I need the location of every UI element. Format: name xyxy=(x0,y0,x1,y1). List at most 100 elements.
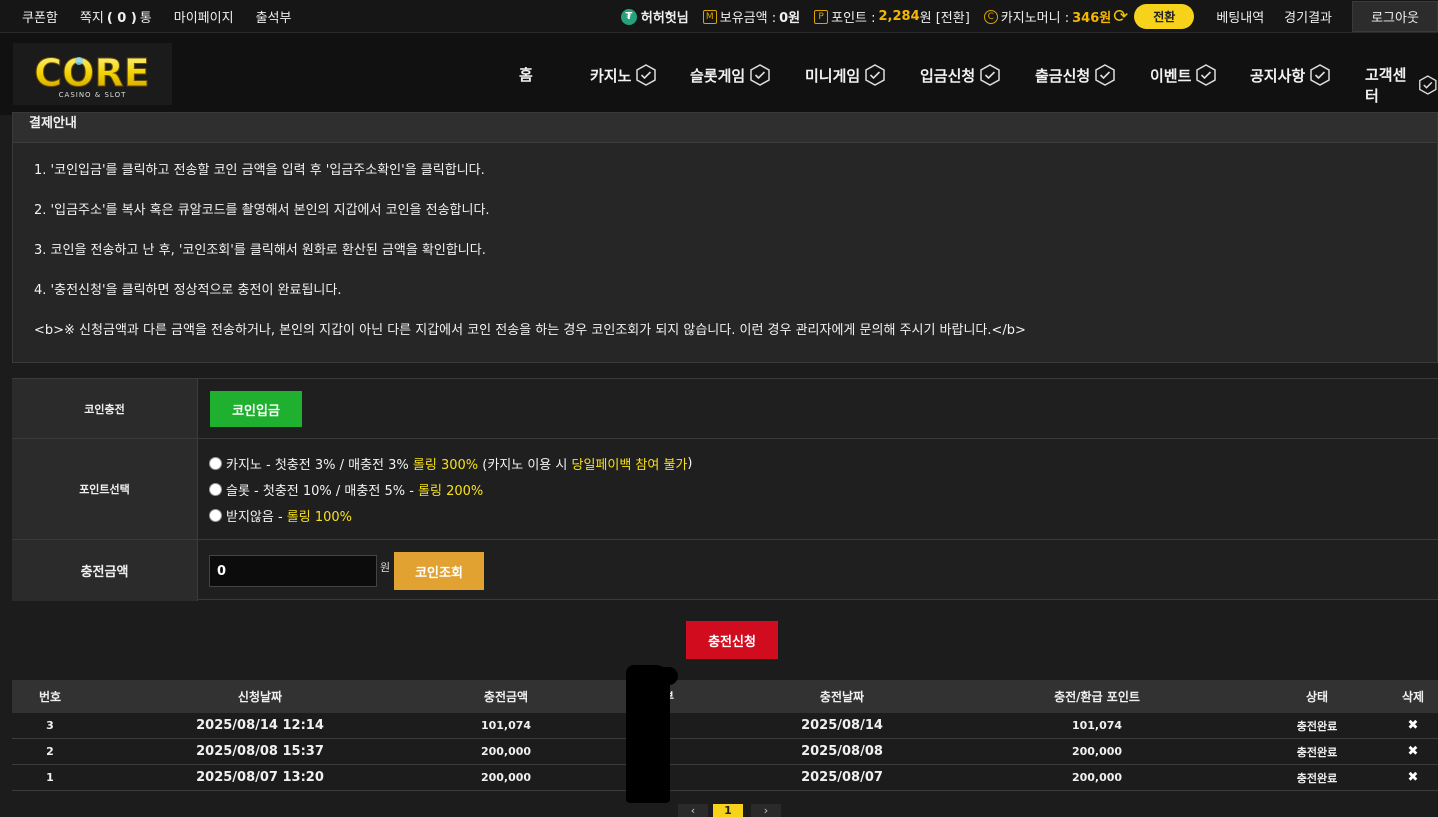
point-option-casino[interactable]: 카지노 - 첫충전 3% / 매충전 3% 롤링 300% (카지노 이용 시 … xyxy=(209,454,692,473)
info-line: 2. '입금주소'를 복사 혹은 큐알코드를 촬영해서 본인의 지갑에서 코인을… xyxy=(34,203,490,218)
col-header: 삭제 xyxy=(1401,690,1425,704)
pager-next-button[interactable]: › xyxy=(751,804,781,817)
logout-button[interactable]: 로그아웃 xyxy=(1352,1,1438,32)
delete-icon[interactable]: ✖ xyxy=(1388,765,1438,790)
balance-label: 보유금액 : xyxy=(719,11,777,26)
point-label: 포인트 : xyxy=(831,11,876,26)
delete-icon[interactable]: ✖ xyxy=(1388,713,1438,738)
amount-unit: 원 xyxy=(380,561,391,574)
nav-slot[interactable]: 슬롯게임 xyxy=(690,64,771,86)
nav-withdraw[interactable]: 출금신청 xyxy=(1035,64,1116,86)
charge-submit-button[interactable]: 충전신청 xyxy=(686,621,778,659)
option-text: ) xyxy=(687,456,693,471)
info-line: 1. '코인입금'를 클릭하고 전송할 코인 금액을 입력 후 '입금주소확인'… xyxy=(34,163,485,178)
nav-home[interactable]: 홈 xyxy=(519,64,533,85)
table-row: 2 2025/08/08 15:37 200,000 2025/08/08 20… xyxy=(12,739,1438,765)
col-header: 번호 xyxy=(38,690,62,704)
cell-req-date: 2025/08/07 13:20 xyxy=(196,770,324,785)
point-option-slot[interactable]: 슬롯 - 첫충전 10% / 매충전 5% - 롤링 200% xyxy=(209,480,483,499)
casino-money-label: 카지노머니 : xyxy=(1000,11,1070,26)
nav-label: 공지사항 xyxy=(1250,66,1306,85)
col-header: 충전금액 xyxy=(483,690,529,704)
charge-amount-label: 충전금액 xyxy=(12,540,198,601)
cell-status: 충전완료 xyxy=(1296,745,1338,759)
charge-amount-input[interactable]: 0 xyxy=(209,555,377,587)
coin-check-button[interactable]: 코인조회 xyxy=(394,552,484,590)
redaction-mark xyxy=(644,667,678,685)
convert-button[interactable]: 전환 xyxy=(1134,4,1195,29)
radio-button[interactable] xyxy=(209,483,222,496)
nav-label: 고객센터 xyxy=(1365,66,1407,105)
redaction-mark xyxy=(626,665,670,803)
betting-history-link[interactable]: 베팅내역 xyxy=(1216,7,1264,26)
option-text: 슬롯 - 첫충전 10% / 매충전 5% - xyxy=(226,484,419,499)
check-badge-icon xyxy=(1095,64,1115,86)
check-badge-icon xyxy=(750,64,770,86)
cell-no: 1 xyxy=(46,771,54,784)
user-info: ₮ 허허헛님 M 보유금액 : 0원 P 포인트 : 2,284 원 [전환] … xyxy=(620,0,1438,33)
table-row: 1 2025/08/07 13:20 200,000 2025/08/07 20… xyxy=(12,765,1438,791)
check-badge-icon xyxy=(636,64,657,86)
nav-label: 카지노 xyxy=(590,66,632,85)
pager-current-page[interactable]: 1 xyxy=(713,804,743,817)
delete-icon[interactable]: ✖ xyxy=(1388,739,1438,764)
balance-value: 0원 xyxy=(779,11,801,26)
message-link[interactable]: 쪽지( 0 ) 통 xyxy=(80,7,152,26)
cell-charge-date: 2025/08/08 xyxy=(801,744,883,759)
radio-button[interactable] xyxy=(209,509,222,522)
mypage-link[interactable]: 마이페이지 xyxy=(174,7,234,26)
col-header: 충전/환급 포인트 xyxy=(1054,690,1140,704)
nav-label: 입금신청 xyxy=(920,66,976,85)
main-navbar: CORE CASINO & SLOT 홈 카지노 슬롯게임 미니게임 입금신청 … xyxy=(0,33,1438,115)
cell-points: 200,000 xyxy=(1071,771,1123,784)
cell-amount: 200,000 xyxy=(480,771,532,784)
casino-coin-icon: C xyxy=(983,9,998,24)
nav-deposit[interactable]: 입금신청 xyxy=(920,64,1001,86)
col-header: 신청날짜 xyxy=(237,690,283,704)
coin-deposit-button[interactable]: 코인입금 xyxy=(210,391,302,427)
coin-charge-label: 코인충전 xyxy=(12,379,198,438)
point-option-none[interactable]: 받지않음 - 롤링 100% xyxy=(209,506,352,525)
charge-amount-row: 충전금액 0 원 코인조회 xyxy=(12,540,1438,601)
pager-prev-button[interactable]: ‹ xyxy=(678,804,708,817)
point-item[interactable]: P 포인트 : 2,284 원 [전환] xyxy=(814,7,970,26)
balance-item: M 보유금액 : 0원 xyxy=(702,7,801,26)
nav-label: 이벤트 xyxy=(1150,66,1192,85)
nav-notice[interactable]: 공지사항 xyxy=(1250,64,1331,86)
top-links: 쿠폰함 쪽지( 0 ) 통 마이페이지 출석부 xyxy=(0,7,313,26)
point-convert-link[interactable]: 원 [전환] xyxy=(920,7,970,26)
main-nav: 홈 카지노 슬롯게임 미니게임 입금신청 출금신청 이벤트 공지사항 고객센터 xyxy=(0,33,1438,115)
casino-money-value: 346원 xyxy=(1072,11,1112,26)
nav-minigame[interactable]: 미니게임 xyxy=(805,64,886,86)
point-value: 2,284 xyxy=(878,9,920,24)
message-unit: 통 xyxy=(139,10,152,26)
nav-casino[interactable]: 카지노 xyxy=(590,64,657,86)
option-highlight: 롤링 300% xyxy=(412,458,479,473)
cell-points: 200,000 xyxy=(1071,745,1123,758)
refresh-icon[interactable]: ⟳ xyxy=(1113,6,1128,27)
nav-event[interactable]: 이벤트 xyxy=(1150,64,1217,86)
check-badge-icon xyxy=(1310,64,1330,86)
option-text: 받지않음 - xyxy=(226,510,287,525)
attendance-link[interactable]: 출석부 xyxy=(256,7,292,26)
payment-info-panel: 결제안내 1. '코인입금'를 클릭하고 전송할 코인 금액을 입력 후 '입금… xyxy=(12,112,1438,363)
nav-label: 홈 xyxy=(519,66,533,84)
nav-support[interactable]: 고객센터 xyxy=(1365,64,1438,106)
point-select-row: 포인트선택 카지노 - 첫충전 3% / 매충전 3% 롤링 300% (카지노… xyxy=(12,439,1438,540)
check-badge-icon xyxy=(1196,64,1217,86)
coin-charge-row: 코인충전 코인입금 xyxy=(12,379,1438,439)
check-badge-icon xyxy=(1419,75,1437,95)
cell-status: 충전완료 xyxy=(1296,771,1338,785)
radio-button[interactable] xyxy=(209,457,222,470)
game-results-link[interactable]: 경기결과 xyxy=(1284,7,1332,26)
cell-no: 3 xyxy=(46,719,54,732)
info-line: 3. 코인을 전송하고 난 후, '코인조회'를 클릭해서 원화로 환산된 금액… xyxy=(34,243,486,258)
cell-req-date: 2025/08/08 15:37 xyxy=(196,744,324,759)
username: 허허헛님 xyxy=(640,11,689,26)
top-bar: 쿠폰함 쪽지( 0 ) 통 마이페이지 출석부 ₮ 허허헛님 M 보유금액 : 0… xyxy=(0,0,1438,33)
coupon-link[interactable]: 쿠폰함 xyxy=(22,7,58,26)
table-header: 번호 신청날짜 충전금액 입금여부 충전날짜 충전/환급 포인트 상태 삭제 xyxy=(12,680,1438,713)
cell-status: 충전완료 xyxy=(1296,719,1338,733)
col-header: 충전날짜 xyxy=(819,690,865,704)
option-text: (카지노 이용 시 xyxy=(478,458,572,473)
